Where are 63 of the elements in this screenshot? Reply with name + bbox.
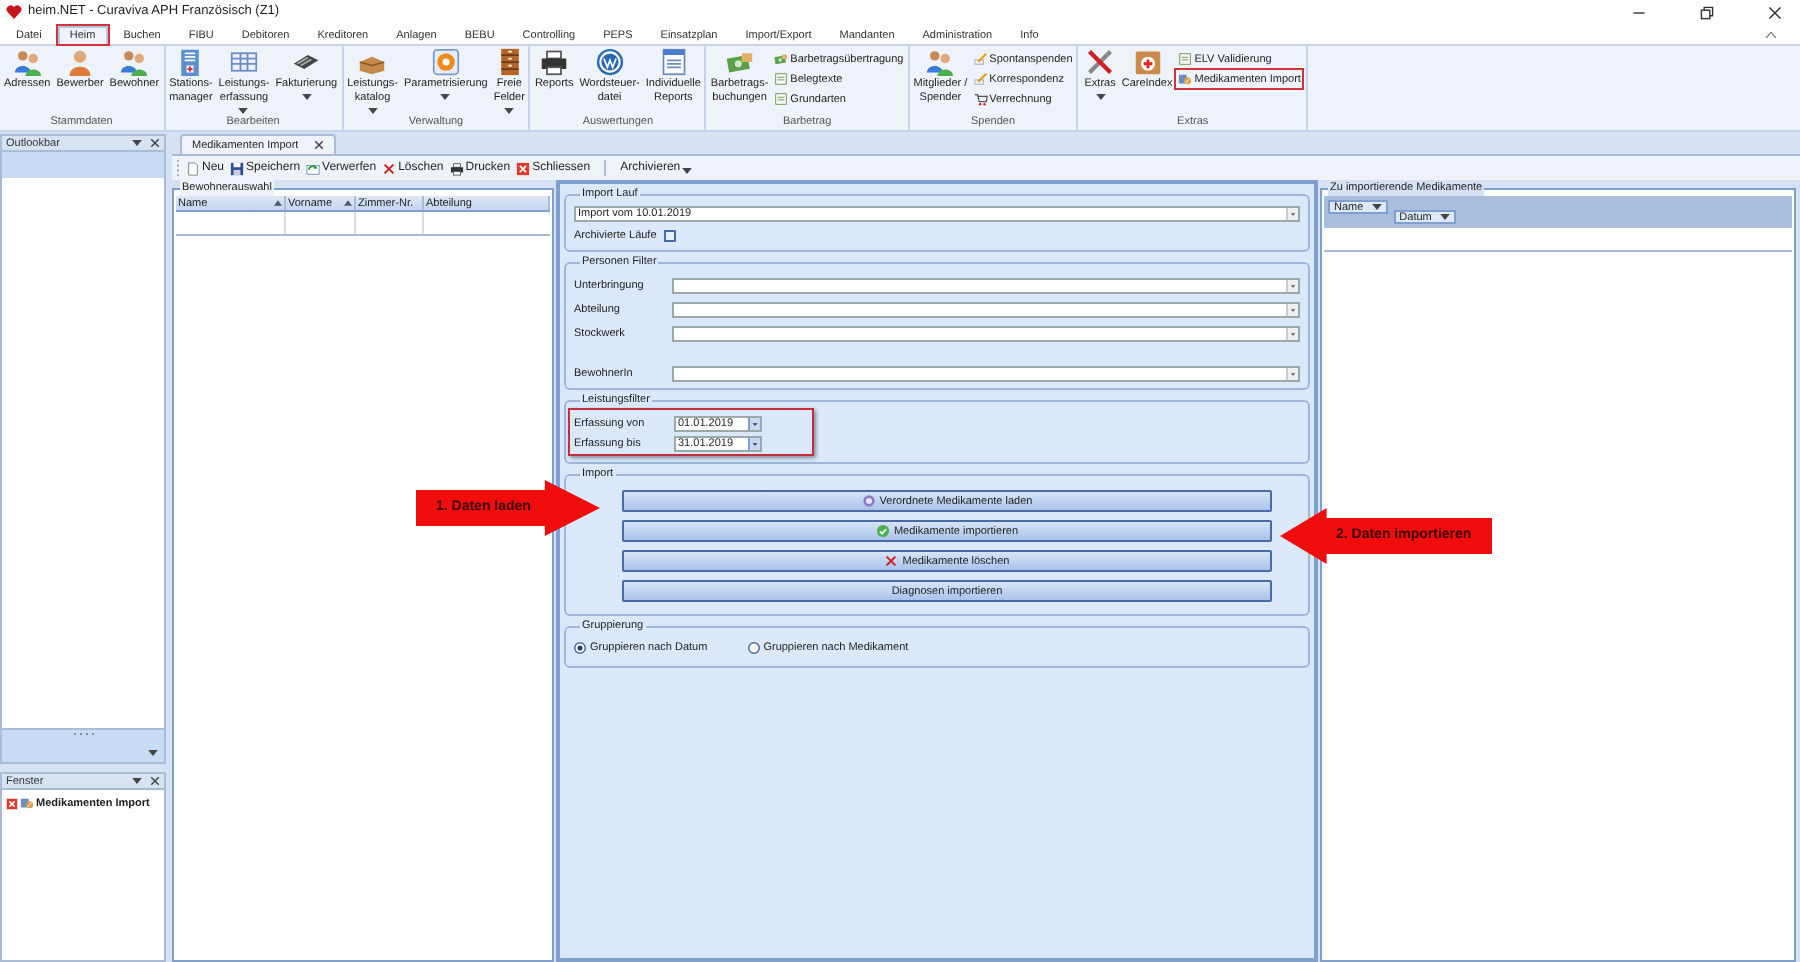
close-icon [6, 797, 18, 809]
document-icon [774, 72, 789, 86]
dropdown-arrow-icon [1286, 304, 1298, 316]
caret-icon [367, 108, 378, 114]
restore-icon[interactable] [1700, 5, 1714, 19]
caret-icon [682, 168, 693, 174]
dropdown-arrow-icon [1286, 328, 1298, 340]
document-icon [774, 92, 789, 106]
dropdown-arrow-icon [1286, 208, 1298, 220]
dropdown-field[interactable] [672, 302, 1300, 318]
medication-icon [20, 796, 34, 810]
caret-icon [504, 108, 515, 114]
person-icon [66, 48, 95, 76]
people-icon [120, 48, 149, 76]
pen-icon [973, 72, 988, 86]
money-icon [774, 52, 789, 66]
money-icon [725, 48, 754, 76]
building-icon [176, 48, 205, 76]
caret-icon [440, 94, 451, 100]
first-aid-icon [1133, 48, 1162, 76]
caret-icon [148, 750, 158, 756]
document-icon [186, 161, 200, 175]
dropdown-arrow-icon [748, 418, 760, 430]
collapse-ribbon-icon[interactable] [1766, 31, 1776, 37]
caret-icon [301, 94, 312, 100]
tools-icon [1086, 48, 1115, 76]
delete-icon [382, 161, 397, 175]
close-icon[interactable] [150, 138, 160, 148]
printer-icon [449, 161, 464, 175]
save-icon [230, 161, 245, 175]
close-icon[interactable] [1768, 5, 1782, 19]
check-icon [875, 524, 890, 538]
sort-arrow-icon [344, 200, 352, 206]
dropdown-arrow-icon [748, 438, 760, 450]
sort-arrow-icon [274, 200, 282, 206]
dropdown-field[interactable] [672, 366, 1300, 382]
document-icon [1178, 52, 1193, 66]
caret-icon [1095, 94, 1106, 100]
arrows-icon [306, 161, 321, 175]
dropdown-field[interactable] [672, 278, 1300, 294]
dropdown-arrow-icon [1286, 368, 1298, 380]
close-icon[interactable] [150, 776, 160, 786]
medication-icon [1178, 72, 1193, 86]
report-icon [659, 48, 688, 76]
caret-icon [238, 108, 249, 114]
delete-icon [884, 554, 899, 568]
people-icon [926, 48, 955, 76]
caret-icon [132, 140, 142, 146]
caret-icon [1439, 214, 1450, 220]
dropdown-field[interactable] [672, 326, 1300, 342]
app-logo-icon [6, 4, 22, 20]
caret-icon [132, 778, 142, 784]
cart-icon [973, 92, 988, 106]
cabinet-icon [495, 48, 524, 76]
printer-icon [540, 48, 569, 76]
globe-icon [595, 48, 624, 76]
close-icon[interactable] [314, 140, 325, 150]
checkbox[interactable] [664, 230, 677, 242]
people-icon [13, 48, 42, 76]
caret-icon [1371, 204, 1382, 210]
dropdown-arrow-icon [1286, 280, 1298, 292]
close-icon [516, 161, 531, 175]
pen-icon [973, 52, 988, 66]
